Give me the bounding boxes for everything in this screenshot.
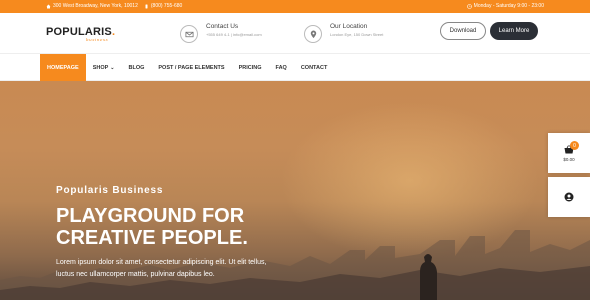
address-text: 300 West Broadway, New York, 10012 bbox=[53, 3, 138, 9]
hero-banner: Popularis Business PLAYGROUND FOR CREATI… bbox=[0, 81, 590, 300]
contact-detail: +555 649 4-1 | info@email.com bbox=[206, 32, 262, 37]
account-widget[interactable] bbox=[548, 177, 590, 217]
cart-count-badge: 0 bbox=[570, 141, 579, 150]
logo-tagline: business bbox=[86, 37, 109, 42]
location-detail: London Eye, 150 Down Street bbox=[330, 32, 384, 37]
nav-item-blog[interactable]: BLOG bbox=[121, 54, 151, 81]
chevron-down-icon: ⌄ bbox=[110, 64, 115, 71]
map-pin-icon bbox=[304, 25, 322, 43]
download-button[interactable]: Download bbox=[440, 22, 486, 40]
email-icon bbox=[180, 25, 198, 43]
clock-icon bbox=[466, 3, 472, 9]
learn-more-button[interactable]: Learn More bbox=[490, 22, 538, 40]
phone-icon bbox=[145, 4, 148, 8]
address-item: 300 West Broadway, New York, 10012 bbox=[46, 3, 138, 9]
hero-subtitle: Popularis Business bbox=[56, 185, 164, 196]
nav-item-faq[interactable]: FAQ bbox=[269, 54, 294, 81]
nav-item-contact[interactable]: CONTACT bbox=[294, 54, 334, 81]
hero-headline: PLAYGROUND FOR CREATIVE PEOPLE. bbox=[56, 205, 248, 249]
site-header: POPULARIS. business Contact Us +555 649 … bbox=[0, 13, 590, 53]
main-navigation: HOMEPAGE SHOP ⌄ BLOG POST / PAGE ELEMENTS… bbox=[0, 53, 590, 81]
nav-item-homepage[interactable]: HOMEPAGE bbox=[40, 54, 86, 81]
contact-title: Contact Us bbox=[206, 23, 239, 30]
nav-item-post-page-elements[interactable]: POST / PAGE ELEMENTS bbox=[151, 54, 231, 81]
hours-text: Monday - Saturday 9:00 - 23:00 bbox=[473, 3, 544, 9]
nav-item-shop[interactable]: SHOP ⌄ bbox=[86, 54, 122, 81]
phone-item: (800) 755-680 bbox=[144, 3, 182, 9]
cart-widget[interactable]: 0 $0.00 bbox=[548, 133, 590, 173]
home-icon bbox=[46, 4, 51, 8]
hero-description: Lorem ipsum dolor sit amet, consectetur … bbox=[56, 259, 267, 278]
phone-text: (800) 755-680 bbox=[150, 3, 183, 9]
hours-item: Monday - Saturday 9:00 - 23:00 bbox=[466, 3, 544, 9]
location-info: Our Location London Eye, 150 Down Street bbox=[304, 23, 383, 43]
location-title: Our Location bbox=[330, 23, 368, 30]
cart-total: $0.00 bbox=[563, 156, 575, 162]
contact-info: Contact Us +555 649 4-1 | info@email.com bbox=[180, 23, 262, 43]
user-account-icon bbox=[564, 192, 574, 202]
top-info-bar: 300 West Broadway, New York, 10012 (800)… bbox=[0, 0, 590, 13]
nav-item-pricing[interactable]: PRICING bbox=[232, 54, 269, 81]
